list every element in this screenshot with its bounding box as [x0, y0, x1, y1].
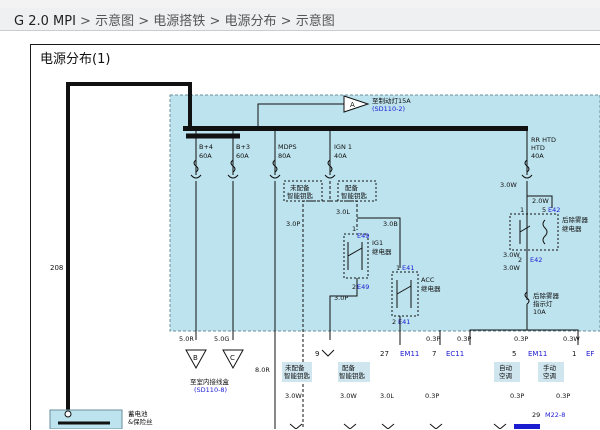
bottom-ref-code: (SD110-8) [194, 386, 227, 394]
wire-label-30w5: 3.0W [340, 392, 357, 400]
arrow-ref: (SD110-2) [372, 105, 405, 113]
fuse-rating-ign1: 40A [334, 152, 347, 160]
conn-e49b: E49 [357, 283, 369, 291]
wire-label-03p3: 0.3P [514, 335, 528, 343]
acc-label-1: ACC [421, 276, 435, 284]
wire-label-30b: 3.0B [383, 220, 398, 228]
defog-label-2: 继电器 [562, 224, 582, 233]
conn-ef: EF [586, 350, 594, 358]
fuse-name-rrhtd: RR HTD [531, 136, 556, 144]
fuse-rating-rrhtd: 40A [531, 152, 544, 160]
conn-m22: M22-8 [545, 411, 565, 419]
wire-label-30l: 3.0L [336, 208, 350, 216]
wiring-diagram: 208 A 至制动灯15A (SD110-2) B+4 60A B+3 60A … [49, 82, 600, 429]
fuse-name-b3: B+3 [236, 143, 250, 151]
pin-1a: 1 [352, 225, 356, 233]
fuse-name-mdps: MDPS [278, 143, 297, 151]
wire-label-03p6: 0.3P [556, 392, 570, 400]
manual-ac-1: 手动 [543, 363, 557, 372]
wire-label-03p2: 0.3P [457, 335, 471, 343]
connector-m22-body [514, 424, 540, 429]
fuse-rating-mdps: 80A [278, 152, 291, 160]
wire-label-30w3: 3.0W [503, 264, 520, 272]
ig1-label-1: IG1 [372, 239, 383, 247]
fuse-rating-b4: 60A [199, 152, 212, 160]
conn-em11a: EM11 [400, 350, 419, 358]
conn-ec11: EC11 [446, 350, 464, 358]
wire-label-208: 208 [50, 264, 63, 272]
wire-label-03w: 0.3W [563, 335, 580, 343]
pin-27: 27 [380, 350, 389, 358]
auto-ac-1: 自动 [499, 363, 513, 372]
no-smart-lower-2: 智能钥匙 [284, 371, 311, 380]
conn-e42a: E42 [548, 206, 560, 214]
manual-ac-2: 空调 [543, 371, 556, 380]
ig1-label-2: 继电器 [372, 247, 392, 256]
wire-label-03p5: 0.3P [510, 392, 524, 400]
no-smart-lower-1: 未配备 [285, 363, 305, 372]
wire-label-30p: 3.0P [286, 220, 300, 228]
arrow-label-a: A [350, 101, 355, 109]
power-bus-bar [183, 126, 528, 131]
conn-e41a: E41 [402, 264, 414, 272]
arrow-text: 至制动灯15A [372, 96, 411, 105]
bottom-ref-text: 至室内接线盒 [190, 377, 230, 386]
wire-label-80r: 8.0R [255, 366, 270, 374]
smart-key-line2: 智能钥匙 [341, 191, 368, 200]
conn-e42b: E42 [530, 256, 542, 264]
acc-label-2: 继电器 [421, 284, 441, 293]
no-smart-key-line2: 智能钥匙 [287, 191, 314, 200]
wire-label-03p4: 0.3P [425, 392, 439, 400]
wire-label-30w4: 3.0W [285, 392, 302, 400]
pin-1c: 1 [520, 206, 524, 214]
wire-label-03p1: 0.3P [426, 335, 440, 343]
smart-lower-2: 智能钥匙 [339, 371, 366, 380]
battery-terminal [64, 410, 72, 418]
defog-fuse-l1: 后除雾器 [533, 291, 560, 300]
pin-9: 9 [315, 350, 319, 358]
terminal-b-label: B [193, 354, 198, 362]
wire-label-50g: 5.0G [214, 335, 229, 343]
no-smart-key-line1: 未配备 [290, 183, 310, 192]
defog-label-1: 后除雾器 [562, 215, 589, 224]
auto-ac-2: 空调 [499, 371, 512, 380]
fuse-htd-line2: HTD [531, 144, 545, 152]
fuse-rating-b3: 60A [236, 152, 249, 160]
pin-2b: 2 [392, 318, 396, 326]
pin-7: 7 [432, 350, 436, 358]
wire-label-30l3: 3.0L [380, 392, 394, 400]
pin-5c: 5 [542, 206, 546, 214]
battery-label-1: 蓄电池 [128, 409, 148, 418]
smart-key-line1: 配备 [345, 183, 359, 192]
wire-label-30p2: 3.0P [334, 294, 348, 302]
pin-1d: 1 [572, 350, 576, 358]
conn-e49a: E49 [357, 232, 369, 240]
terminal-c-label: C [230, 354, 235, 362]
pin-5d: 5 [512, 350, 516, 358]
wire-label-50r: 5.0R [179, 335, 194, 343]
defog-fuse-l3: 10A [533, 308, 546, 316]
battery-fuse-box [49, 409, 123, 429]
battery-label-2: &保险丝 [128, 417, 153, 426]
fuse-name-b4: B+4 [199, 143, 213, 151]
wire-label-30w1: 3.0W [500, 181, 517, 189]
pin-2a: 2 [352, 283, 356, 291]
pin-1b: 1 [396, 264, 400, 272]
wire-label-20w: 2.0W [532, 197, 549, 205]
smart-lower-1: 配备 [342, 363, 356, 372]
fuse-name-ign1: IGN 1 [334, 143, 352, 151]
conn-em11b: EM11 [528, 350, 547, 358]
pin-2c: 2 [518, 256, 522, 264]
defog-fuse-l2: 指示灯 [533, 299, 553, 308]
pin-29: 29 [532, 411, 540, 419]
